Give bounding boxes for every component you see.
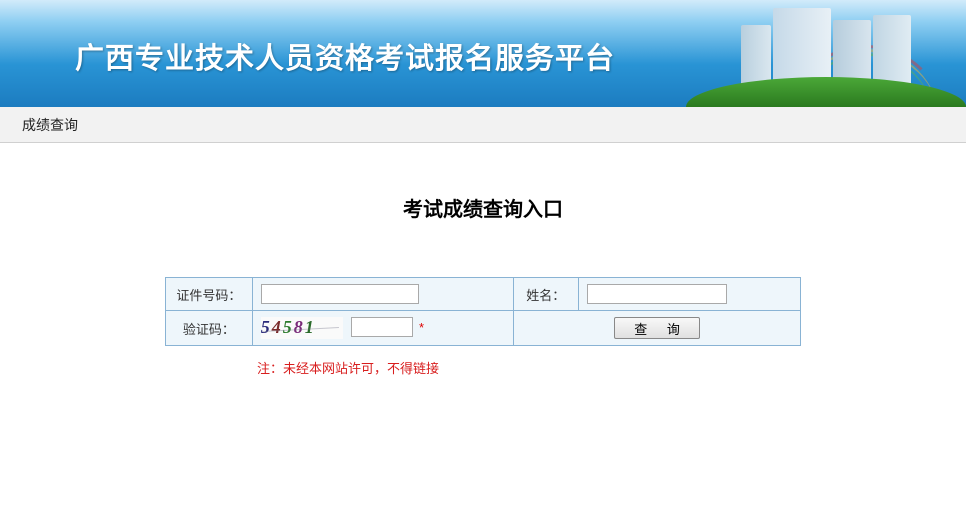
name-input[interactable] [587, 284, 727, 304]
footnote: 注：未经本网站许可，不得链接 [165, 358, 801, 377]
main-content: 考试成绩查询入口 证件号码： 姓名： 验证码： 54581 * 查 询 注：未经… [0, 143, 966, 377]
name-label: 姓名： [514, 278, 579, 311]
banner-illustration [686, 0, 966, 107]
captcha-label: 验证码： [166, 311, 253, 346]
page-title: 考试成绩查询入口 [0, 193, 966, 222]
nav-bar: 成绩查询 [0, 107, 966, 143]
header-banner: 广西专业技术人员资格考试报名服务平台 [0, 0, 966, 107]
query-button[interactable]: 查 询 [614, 317, 700, 339]
site-title: 广西专业技术人员资格考试报名服务平台 [75, 35, 615, 77]
nav-score-query[interactable]: 成绩查询 [22, 115, 78, 135]
id-number-input[interactable] [261, 284, 419, 304]
id-label: 证件号码： [166, 278, 253, 311]
required-mark: * [419, 320, 424, 335]
query-form: 证件号码： 姓名： 验证码： 54581 * 查 询 [165, 277, 801, 346]
captcha-input[interactable] [351, 317, 413, 337]
captcha-image[interactable]: 54581 [261, 317, 343, 339]
